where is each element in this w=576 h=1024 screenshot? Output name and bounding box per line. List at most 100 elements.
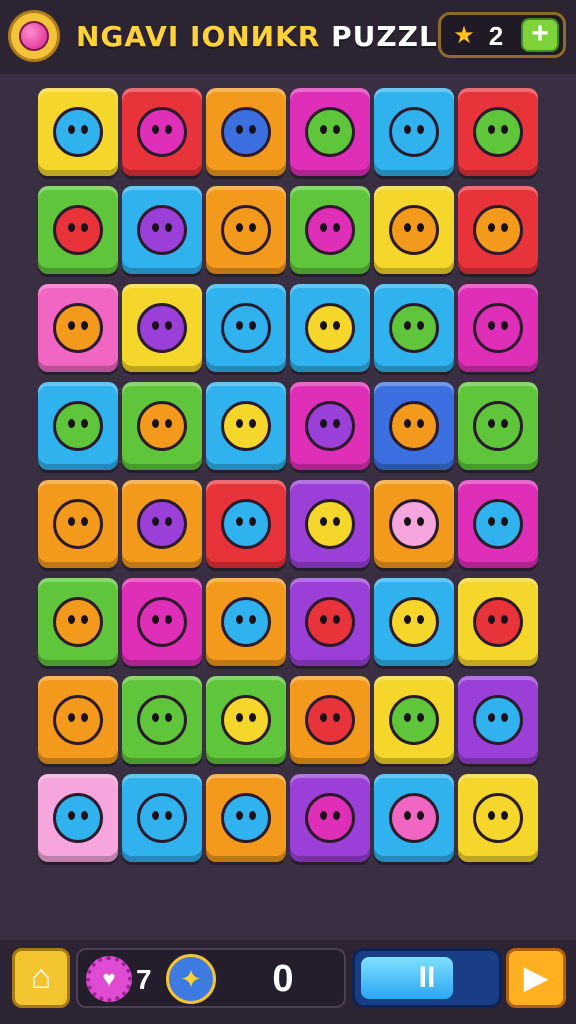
creature-icon [221, 597, 271, 647]
creature-icon [137, 401, 187, 451]
board-tile-cyan[interactable] [374, 578, 454, 666]
creature-icon [137, 107, 187, 157]
creature-icon [473, 205, 523, 255]
score-value: 0 [272, 958, 294, 1000]
board-tile-green[interactable] [38, 578, 118, 666]
puzzle-board [28, 76, 550, 876]
board-tile-yellow[interactable] [458, 578, 538, 666]
board-tile-red[interactable] [458, 88, 538, 176]
creature-icon [389, 597, 439, 647]
board-tile-orange[interactable] [206, 186, 286, 274]
creature-icon [473, 401, 523, 451]
add-coins-button[interactable]: + [521, 18, 559, 52]
board-tile-magenta[interactable] [290, 88, 370, 176]
board-tile-yellow[interactable] [458, 774, 538, 862]
board-tile-green[interactable] [206, 676, 286, 764]
creature-icon [53, 695, 103, 745]
board-tile-purple[interactable] [458, 676, 538, 764]
board-tile-orange[interactable] [122, 480, 202, 568]
board-tile-magenta[interactable] [458, 480, 538, 568]
creature-icon [389, 303, 439, 353]
board-tile-cyan[interactable] [122, 774, 202, 862]
progress-label: II [418, 961, 436, 994]
creature-icon [473, 303, 523, 353]
board-tile-green[interactable] [122, 676, 202, 764]
creature-icon [389, 107, 439, 157]
creature-icon [53, 303, 103, 353]
creature-icon [53, 597, 103, 647]
board-tile-yellow[interactable] [374, 186, 454, 274]
board-tile-cyan[interactable] [290, 284, 370, 372]
board-tile-orange[interactable] [206, 88, 286, 176]
board-tile-cyan[interactable] [206, 284, 286, 372]
creature-icon [305, 205, 355, 255]
home-icon: ⌂ [30, 958, 52, 996]
creature-icon [305, 401, 355, 451]
gem-button[interactable] [8, 10, 60, 62]
bird-icon[interactable]: ✦ [166, 954, 216, 1004]
board-tile-purple[interactable] [290, 578, 370, 666]
board-tile-green[interactable] [122, 382, 202, 470]
board-tile-yellow[interactable] [38, 88, 118, 176]
progress-bar[interactable]: II [352, 948, 502, 1008]
creature-icon [53, 793, 103, 843]
star-gem-icon: ★ [453, 22, 475, 49]
board-tile-green[interactable] [38, 186, 118, 274]
creature-icon [137, 695, 187, 745]
board-tile-orange[interactable] [374, 480, 454, 568]
creature-icon [53, 499, 103, 549]
creature-icon [389, 695, 439, 745]
board-tile-yellow[interactable] [122, 284, 202, 372]
coin-count: 2 [488, 21, 504, 51]
title-part-1: NGAVI IONИKR [76, 20, 321, 53]
board-tile-orange[interactable] [38, 480, 118, 568]
board-tile-cyan[interactable] [374, 88, 454, 176]
board-tile-red[interactable] [206, 480, 286, 568]
board-tile-orange[interactable] [290, 676, 370, 764]
creature-icon [137, 303, 187, 353]
creature-icon [305, 793, 355, 843]
board-tile-orange[interactable] [206, 774, 286, 862]
creature-icon [473, 597, 523, 647]
board-tile-magenta[interactable] [122, 578, 202, 666]
board-tile-green[interactable] [458, 382, 538, 470]
board-tile-magenta[interactable] [458, 284, 538, 372]
creature-icon [389, 205, 439, 255]
heart-gear-icon[interactable]: ♥ [86, 956, 132, 1002]
board-tile-purple[interactable] [290, 480, 370, 568]
board-tile-red[interactable] [122, 88, 202, 176]
creature-icon [473, 695, 523, 745]
creature-icon [137, 499, 187, 549]
play-button[interactable]: ▶ [506, 948, 566, 1008]
creature-icon [473, 793, 523, 843]
creature-icon [137, 205, 187, 255]
board-tile-cyan[interactable] [374, 774, 454, 862]
board-tile-magenta[interactable] [290, 382, 370, 470]
gem-icon [19, 21, 49, 51]
board-tile-purple[interactable] [290, 774, 370, 862]
creature-icon [305, 695, 355, 745]
creature-icon [305, 303, 355, 353]
coin-counter: ★ 2 + [438, 12, 566, 58]
board-tile-cyan[interactable] [38, 382, 118, 470]
board-tile-lightpink[interactable] [38, 774, 118, 862]
board-tile-cyan[interactable] [122, 186, 202, 274]
board-tile-blue[interactable] [374, 382, 454, 470]
creature-icon [389, 793, 439, 843]
creature-icon [221, 695, 271, 745]
creature-icon [389, 499, 439, 549]
board-tile-red[interactable] [458, 186, 538, 274]
creature-icon [305, 597, 355, 647]
lives-count: 7 [136, 964, 152, 995]
board-tile-cyan[interactable] [206, 382, 286, 470]
board-tile-orange[interactable] [206, 578, 286, 666]
creature-icon [221, 401, 271, 451]
board-tile-green[interactable] [290, 186, 370, 274]
board-tile-pink[interactable] [38, 284, 118, 372]
board-tile-orange[interactable] [38, 676, 118, 764]
board-tile-cyan[interactable] [374, 284, 454, 372]
home-button[interactable]: ⌂ [12, 948, 70, 1008]
board-tile-yellow[interactable] [374, 676, 454, 764]
game-title: NGAVI IONИKR PUZZLE [76, 16, 457, 58]
creature-icon [221, 107, 271, 157]
